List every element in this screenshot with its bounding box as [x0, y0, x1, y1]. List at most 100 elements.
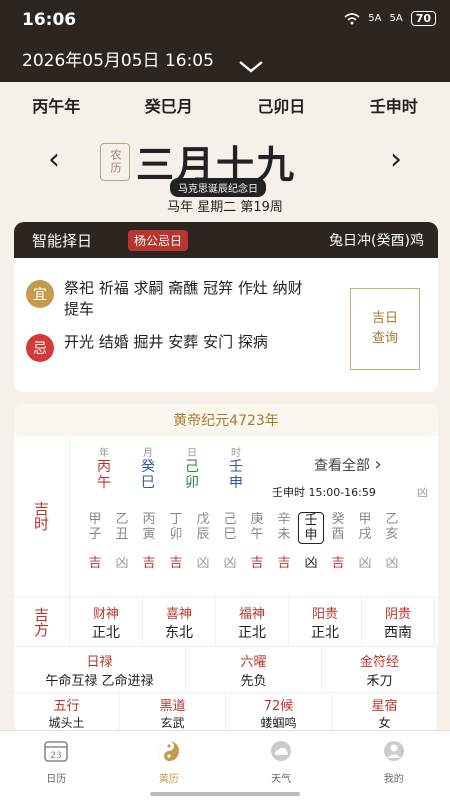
shichen-luck: 吉	[169, 556, 183, 571]
bazi-pillar: 时壬申	[220, 444, 252, 491]
tab-label-huangli: 黄历	[158, 774, 179, 785]
tab-label-weather: 天气	[271, 774, 292, 785]
ji-badge: 忌	[26, 334, 54, 362]
fang-value: 西南	[384, 625, 412, 641]
info-value: 先负	[240, 674, 267, 689]
date-header[interactable]: 2026年05月05日 16:05	[0, 38, 450, 82]
current-datetime: 2026年05月05日 16:05	[22, 51, 214, 71]
pillar-tiangan: 癸	[141, 459, 155, 475]
pillar-tiangan: 己	[185, 459, 199, 475]
status-time: 16:06	[22, 10, 77, 30]
ganzhi-year: 丙午年	[32, 97, 81, 116]
info-cell: 黑道 玄武	[120, 693, 226, 734]
see-all-button[interactable]: 查看全部 ›	[314, 454, 382, 475]
calendar-icon: 23	[44, 741, 69, 762]
fang-cell: 阳贵 正北	[289, 597, 362, 647]
festival-badge: 马克思诞辰纪念日	[170, 178, 266, 197]
fang-name: 阳贵	[311, 607, 338, 622]
fang-section: 吉方 财神 正北 喜神 东北 福神 正北 阳贵 正北 阴贵 西南	[14, 596, 438, 647]
jiri-query-button[interactable]: 吉日 查询	[350, 288, 420, 370]
ganzhi-row: 丙午年 癸巳月 己卯日 壬申时	[0, 82, 450, 128]
shichen-dizhi: 酉	[331, 527, 345, 542]
shichen-luck: 凶	[115, 556, 129, 571]
pillar-label: 月	[143, 448, 153, 459]
prev-day-icon[interactable]: ‹	[48, 142, 60, 177]
shichen-luck: 凶	[385, 556, 399, 571]
shichen-item[interactable]: 辛未	[271, 512, 297, 544]
info-name: 黑道	[159, 699, 186, 714]
shichen-dizhi: 丑	[115, 527, 129, 542]
tab-huangli[interactable]: 黄历	[113, 731, 226, 800]
shichen-dizhi: 辰	[196, 527, 210, 542]
fang-cell: 福神 正北	[216, 597, 289, 647]
status-icons: 5A 5A 70	[344, 11, 436, 26]
shichen-tiangan: 戊	[196, 512, 210, 527]
jiri-line2: 查询	[371, 331, 398, 346]
chevron-down-icon[interactable]	[238, 60, 264, 74]
shichen-dizhi: 亥	[385, 527, 399, 542]
shichen-list: 甲子乙丑丙寅丁卯戊辰己巳庚午辛未壬申癸酉甲戌乙亥	[82, 512, 405, 544]
fang-label: 吉方	[14, 597, 70, 647]
yiji-card-header: 智能择日 杨公忌日 兔日冲(癸酉)鸡	[14, 222, 438, 258]
ji-row: 忌 开光 结婚 掘井 安葬 安门 探病	[26, 332, 314, 362]
fang-cells: 财神 正北 喜神 东北 福神 正北 阳贵 正北 阴贵 西南	[70, 597, 435, 647]
shichen-item[interactable]: 丁卯	[163, 512, 189, 544]
current-shichen: 壬申时 15:00-16:59	[272, 486, 376, 499]
ganzhi-hour: 壬申时	[369, 97, 418, 116]
tab-profile[interactable]: 我的	[338, 731, 450, 800]
shichen-luck: 凶	[358, 556, 372, 571]
info-cell: 星宿女	[332, 693, 438, 734]
fang-cell: 阴贵 西南	[362, 597, 435, 647]
fang-cell: 财神 正北	[70, 597, 143, 647]
info-name: 五行	[53, 699, 80, 714]
shichen-item[interactable]: 庚午	[244, 512, 270, 544]
tab-calendar[interactable]: 23 日历	[0, 731, 113, 800]
info-name: 金符经	[359, 655, 399, 670]
fang-value: 正北	[92, 625, 120, 641]
shichen-luck: 吉	[277, 556, 291, 571]
shichen-tiangan: 甲	[358, 512, 372, 527]
signal-2: 5A	[389, 13, 403, 24]
shichen-luck: 凶	[196, 556, 210, 571]
huangli-card: 黄帝纪元4723年 吉时 年丙午月癸巳日己卯时壬申 查看全部 › 壬申时 15:…	[14, 404, 438, 734]
shichen-item[interactable]: 乙亥	[379, 512, 405, 544]
pillar-tiangan: 壬	[229, 459, 243, 475]
shichen-dizhi: 子	[88, 527, 102, 542]
fang-value: 正北	[311, 625, 339, 641]
info-value: 城头土	[48, 716, 85, 730]
week-info: 马年 星期二 第19周	[167, 200, 283, 215]
current-shichen-status: 凶	[417, 486, 428, 499]
ganzhi-day: 己卯日	[257, 97, 306, 116]
ganzhi-month: 癸巳月	[144, 97, 193, 116]
yi-text: 祭祀 祈福 求嗣 斋醮 冠笄 作灶 纳财 提车	[64, 279, 303, 318]
info-cell: 五行 城头土	[14, 693, 120, 734]
shichen-item[interactable]: 乙丑	[109, 512, 135, 544]
fang-name: 财神	[92, 607, 119, 622]
shichen-dizhi: 寅	[142, 527, 156, 542]
shichen-item[interactable]: 戊辰	[190, 512, 216, 544]
bottom-tab-bar: 23 日历 黄历 天气 我的	[0, 730, 450, 800]
shichen-item[interactable]: 癸酉	[325, 512, 351, 544]
smart-date-button[interactable]: 智能择日	[32, 230, 92, 251]
info-cell: 金符经 禾刀	[322, 647, 438, 692]
info-name: 72候	[263, 699, 294, 714]
pillar-dizhi: 申	[229, 475, 243, 491]
pillar-tiangan: 丙	[97, 459, 111, 475]
fang-name: 阴贵	[384, 607, 411, 622]
jiri-line1: 吉日	[371, 311, 398, 326]
pillar-label: 时	[231, 448, 241, 459]
jishi-label: 吉时	[14, 436, 70, 596]
shichen-item[interactable]: 壬申	[298, 512, 324, 544]
shichen-item[interactable]: 甲子	[82, 512, 108, 544]
pillar-label: 年	[99, 448, 109, 459]
shichen-tiangan: 丙	[142, 512, 156, 527]
info-name: 日禄	[86, 655, 113, 670]
shichen-item[interactable]: 丙寅	[136, 512, 162, 544]
next-day-icon[interactable]: ›	[390, 142, 402, 177]
shichen-item[interactable]: 甲戌	[352, 512, 378, 544]
shichen-tiangan: 庚	[250, 512, 264, 527]
shichen-item[interactable]: 己巳	[217, 512, 243, 544]
shichen-luck: 吉	[331, 556, 345, 571]
tab-label-calendar: 日历	[46, 774, 67, 785]
tab-weather[interactable]: 天气	[225, 731, 338, 800]
